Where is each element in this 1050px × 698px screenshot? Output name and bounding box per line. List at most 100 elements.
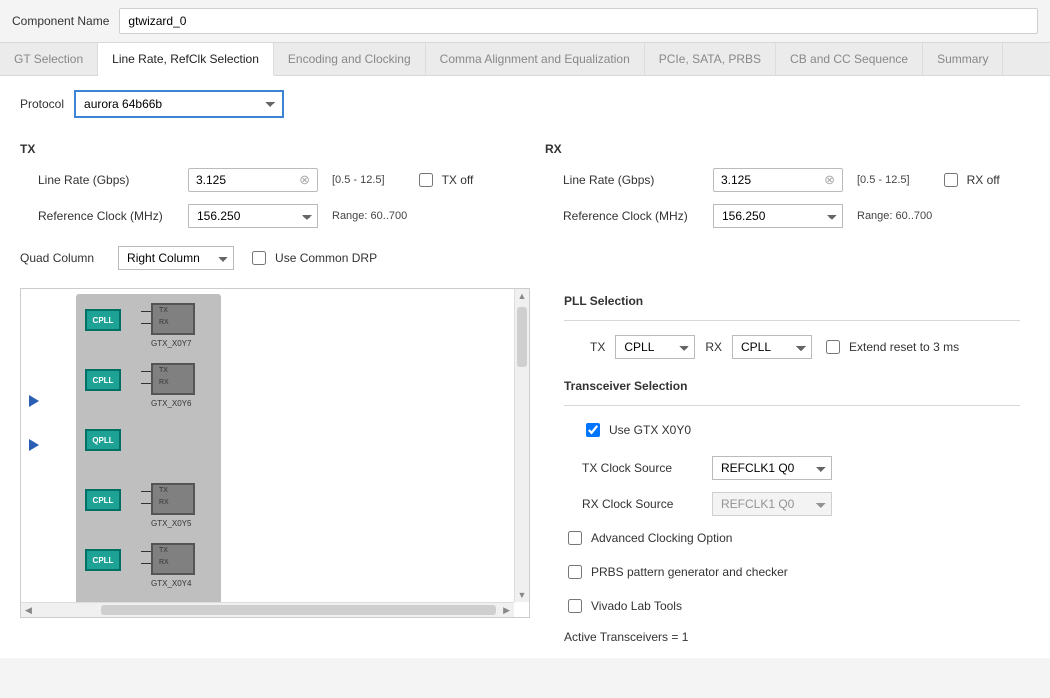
tx-off-checkbox[interactable]: TX off	[415, 170, 474, 190]
rx-refclk-label: Reference Clock (MHz)	[563, 209, 703, 223]
tx-port-label: TX	[159, 307, 168, 314]
rx-port-label: RX	[159, 499, 169, 506]
tx-port-label: TX	[159, 547, 168, 554]
vivado-lab-label: Vivado Lab Tools	[591, 599, 682, 613]
tab-comma-eq[interactable]: Comma Alignment and Equalization	[426, 43, 645, 75]
tx-line-rate-label: Line Rate (Gbps)	[38, 173, 178, 187]
rx-title: RX	[545, 142, 1030, 156]
cpll-block[interactable]: CPLL	[85, 489, 121, 511]
prbs-checkbox[interactable]: PRBS pattern generator and checker	[564, 562, 788, 582]
refclk-arrow-icon	[29, 395, 39, 407]
active-transceivers-count: Active Transceivers = 1	[564, 630, 1020, 644]
tx-line-rate-input-wrap[interactable]: ⊗	[188, 168, 318, 192]
protocol-select[interactable]: aurora 64b66b	[74, 90, 284, 118]
transceiver-diagram: CPLL TX RX GTX_X0Y7 CPLL TX RX GTX_X0Y6 …	[20, 288, 530, 618]
rx-off-label: RX off	[967, 173, 1000, 187]
tab-line-rate-refclk[interactable]: Line Rate, RefClk Selection	[98, 43, 274, 76]
use-gtx-label: Use GTX X0Y0	[609, 423, 691, 437]
tx-off-label: TX off	[442, 173, 474, 187]
tab-encoding-clocking[interactable]: Encoding and Clocking	[274, 43, 426, 75]
scrollbar-thumb[interactable]	[517, 307, 527, 367]
scroll-left-icon[interactable]: ◀	[25, 603, 32, 617]
component-name-input[interactable]	[119, 8, 1038, 34]
gtx-label: GTX_X0Y7	[151, 339, 191, 348]
rx-refclk-select[interactable]: 156.250	[713, 204, 843, 228]
rx-clock-source-label: RX Clock Source	[582, 497, 702, 511]
component-name-label: Component Name	[12, 14, 109, 28]
use-gtx-checkbox[interactable]: Use GTX X0Y0	[582, 420, 691, 440]
tx-clock-source-select[interactable]: REFCLK1 Q0	[712, 456, 832, 480]
tx-port-label: TX	[159, 487, 168, 494]
connection-line	[141, 551, 151, 552]
advanced-clocking-checkbox[interactable]: Advanced Clocking Option	[564, 528, 732, 548]
connection-line	[141, 323, 151, 324]
gtx-block[interactable]	[151, 363, 195, 395]
quad-column-select[interactable]: Right Column	[118, 246, 234, 270]
connection-line	[141, 383, 151, 384]
horizontal-scrollbar[interactable]: ◀ ▶	[21, 602, 514, 617]
advanced-clocking-label: Advanced Clocking Option	[591, 531, 732, 545]
extend-reset-label: Extend reset to 3 ms	[849, 340, 959, 354]
pll-rx-select[interactable]: CPLL	[732, 335, 812, 359]
vertical-scrollbar[interactable]: ▲ ▼	[514, 289, 529, 602]
gtx-label: GTX_X0Y4	[151, 579, 191, 588]
gtx-label: GTX_X0Y6	[151, 399, 191, 408]
scroll-down-icon[interactable]: ▼	[515, 590, 529, 600]
divider	[564, 320, 1020, 321]
tx-refclk-label: Reference Clock (MHz)	[38, 209, 178, 223]
tab-pcie-sata-prbs[interactable]: PCIe, SATA, PRBS	[645, 43, 776, 75]
tx-refclk-hint: Range: 60..700	[332, 210, 407, 222]
tab-gt-selection[interactable]: GT Selection	[0, 43, 98, 75]
connection-line	[141, 311, 151, 312]
pll-rx-label: RX	[705, 340, 722, 354]
cpll-block[interactable]: CPLL	[85, 369, 121, 391]
scroll-up-icon[interactable]: ▲	[515, 291, 529, 301]
scrollbar-thumb[interactable]	[101, 605, 496, 615]
rx-refclk-hint: Range: 60..700	[857, 210, 932, 222]
tx-line-rate-hint: [0.5 - 12.5]	[332, 174, 385, 186]
tx-refclk-select[interactable]: 156.250	[188, 204, 318, 228]
gtx-block[interactable]	[151, 303, 195, 335]
cpll-block[interactable]: CPLL	[85, 549, 121, 571]
divider	[564, 405, 1020, 406]
pll-tx-label: TX	[590, 340, 605, 354]
quad-column-label: Quad Column	[20, 251, 94, 265]
connection-line	[141, 563, 151, 564]
rx-line-rate-input[interactable]	[719, 172, 822, 188]
tx-clock-source-label: TX Clock Source	[582, 461, 702, 475]
connection-line	[141, 491, 151, 492]
common-drp-label: Use Common DRP	[275, 251, 377, 265]
cpll-block[interactable]: CPLL	[85, 309, 121, 331]
tab-cb-cc[interactable]: CB and CC Sequence	[776, 43, 923, 75]
rx-port-label: RX	[159, 559, 169, 566]
clear-icon[interactable]: ⊗	[297, 172, 312, 188]
connection-line	[141, 503, 151, 504]
qpll-block[interactable]: QPLL	[85, 429, 121, 451]
vivado-lab-checkbox[interactable]: Vivado Lab Tools	[564, 596, 682, 616]
rx-off-checkbox[interactable]: RX off	[940, 170, 1000, 190]
transceiver-selection-title: Transceiver Selection	[564, 379, 1020, 393]
gtx-label: GTX_X0Y5	[151, 519, 191, 528]
clear-icon[interactable]: ⊗	[822, 172, 837, 188]
common-drp-checkbox[interactable]: Use Common DRP	[248, 248, 377, 268]
tx-port-label: TX	[159, 367, 168, 374]
scroll-right-icon[interactable]: ▶	[503, 603, 510, 617]
rx-line-rate-label: Line Rate (Gbps)	[563, 173, 703, 187]
connection-line	[141, 371, 151, 372]
prbs-label: PRBS pattern generator and checker	[591, 565, 788, 579]
tab-bar: GT Selection Line Rate, RefClk Selection…	[0, 42, 1050, 76]
gtx-block[interactable]	[151, 543, 195, 575]
tab-summary[interactable]: Summary	[923, 43, 1003, 75]
pll-tx-select[interactable]: CPLL	[615, 335, 695, 359]
rx-port-label: RX	[159, 379, 169, 386]
gtx-block[interactable]	[151, 483, 195, 515]
extend-reset-checkbox[interactable]: Extend reset to 3 ms	[822, 337, 959, 357]
rx-line-rate-hint: [0.5 - 12.5]	[857, 174, 910, 186]
rx-clock-source-select: REFCLK1 Q0	[712, 492, 832, 516]
rx-line-rate-input-wrap[interactable]: ⊗	[713, 168, 843, 192]
tx-line-rate-input[interactable]	[194, 172, 297, 188]
component-name-row: Component Name	[0, 0, 1050, 42]
refclk-arrow-icon	[29, 439, 39, 451]
rx-port-label: RX	[159, 319, 169, 326]
pll-selection-title: PLL Selection	[564, 294, 1020, 308]
